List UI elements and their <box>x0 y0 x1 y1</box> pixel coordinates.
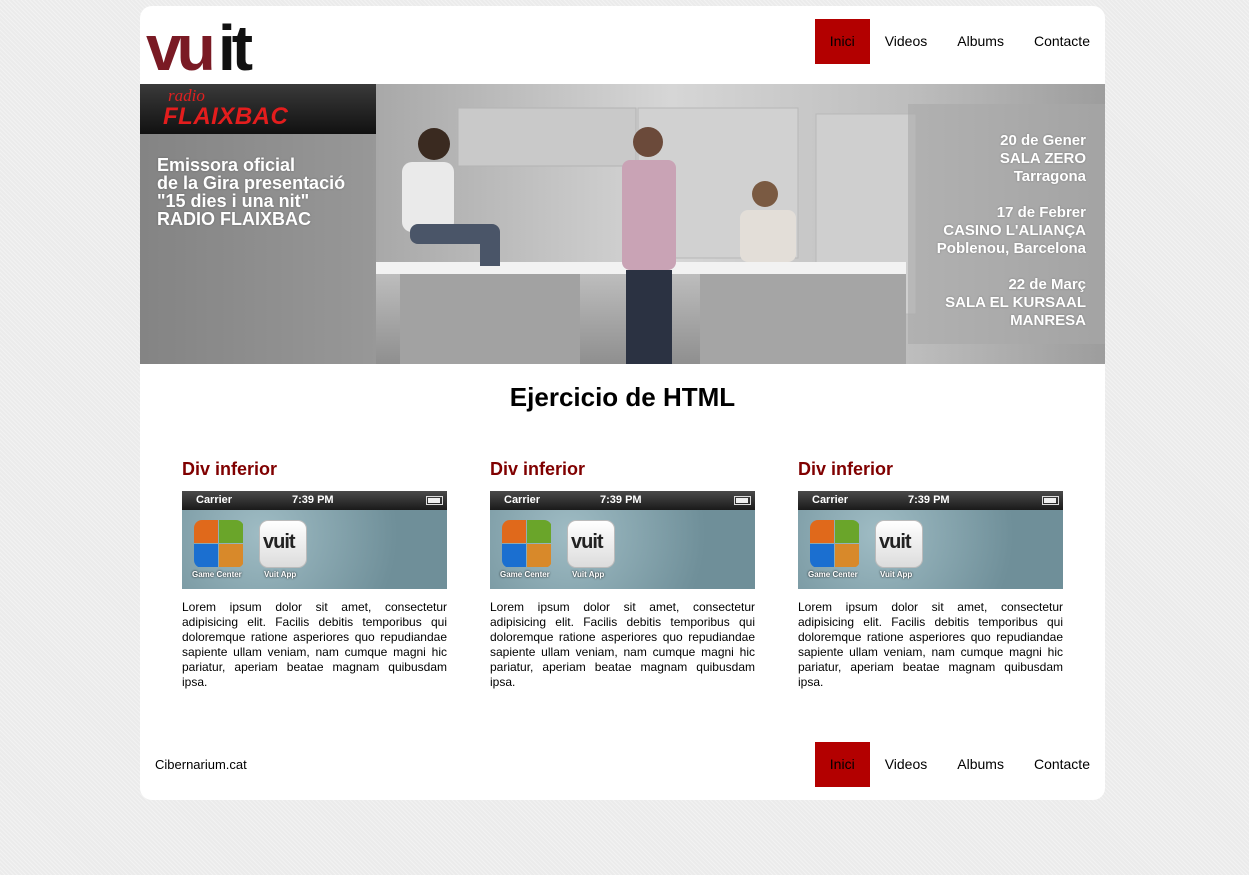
gig-city: Poblenou, Barcelona <box>936 240 1086 257</box>
gig-venue: SALA EL KURSAAL <box>945 294 1086 311</box>
time-label: 7:39 PM <box>292 494 334 506</box>
time-label: 7:39 PM <box>908 494 950 506</box>
battery-icon <box>426 496 443 505</box>
content-column: Div inferior Carrier 7:39 PM vuit Game C… <box>490 458 755 690</box>
footer-nav-albums[interactable]: Albums <box>942 742 1019 787</box>
nav-inici[interactable]: Inici <box>814 19 870 64</box>
vuit-app-logo: vuit <box>571 531 604 553</box>
home-screen: vuit Game Center Vuit App <box>182 510 447 589</box>
promo-line: Emissora oficial <box>157 155 296 175</box>
game-center-icon <box>810 520 860 568</box>
gig-item: 20 de Gener SALA ZERO Tarragona <box>937 132 1086 186</box>
promo-line: "15 dies i una nit" <box>157 191 310 211</box>
nav-contacte[interactable]: Contacte <box>1019 19 1105 64</box>
footer: Cibernarium.cat Inici Videos Albums Cont… <box>140 742 1105 787</box>
column-text: Lorem ipsum dolor sit amet, consectetur … <box>798 600 1063 689</box>
gig-item: 22 de Març SALA EL KURSAAL MANRESA <box>937 276 1086 330</box>
vuit-app-icon: vuit <box>259 520 307 568</box>
column-text: Lorem ipsum dolor sit amet, consectetur … <box>490 600 755 689</box>
gig-venue: CASINO L'ALIANÇA <box>943 222 1086 239</box>
column-heading: Div inferior <box>490 459 586 479</box>
tour-dates: 20 de Gener SALA ZERO Tarragona 17 de Fe… <box>937 132 1086 348</box>
gig-date: 17 de Febrer <box>996 204 1086 221</box>
vuit-app-label: Vuit App <box>264 570 297 579</box>
phone-screenshot-image: Carrier 7:39 PM vuit Game Center Vuit Ap… <box>798 491 1063 589</box>
vuit-logo-icon: vu it <box>146 12 257 84</box>
footer-nav-inici[interactable]: Inici <box>814 742 870 787</box>
status-bar: Carrier 7:39 PM <box>182 491 447 510</box>
phone-screenshot-image: Carrier 7:39 PM vuit Game Center Vuit Ap… <box>182 491 447 589</box>
svg-text:it: it <box>218 12 253 76</box>
promo-line: de la Gira presentació <box>157 173 346 193</box>
game-center-label: Game Center <box>192 570 242 579</box>
vuit-app-icon: vuit <box>567 520 615 568</box>
vuit-app-logo: vuit <box>879 531 912 553</box>
gig-city: MANRESA <box>1010 312 1086 329</box>
vuit-app-icon: vuit <box>875 520 923 568</box>
game-center-label: Game Center <box>500 570 550 579</box>
carrier-label: Carrier <box>812 494 849 506</box>
site-logo[interactable]: vu it <box>146 12 268 84</box>
game-center-icon <box>194 520 244 568</box>
vuit-app-logo: vuit <box>263 531 296 553</box>
promo-text: Emissora oficial de la Gira presentació … <box>157 156 345 228</box>
battery-icon <box>1042 496 1059 505</box>
nav-videos[interactable]: Videos <box>870 19 943 64</box>
carrier-label: Carrier <box>504 494 541 506</box>
home-screen: vuit Game Center Vuit App <box>798 510 1063 589</box>
footer-nav-videos[interactable]: Videos <box>870 742 943 787</box>
content-column: Div inferior Carrier 7:39 PM vuit Game C… <box>798 458 1063 690</box>
column-text: Lorem ipsum dolor sit amet, consectetur … <box>182 600 447 689</box>
gig-date: 22 de Març <box>1008 276 1086 293</box>
footer-nav-contacte[interactable]: Contacte <box>1019 742 1105 787</box>
column-heading: Div inferior <box>798 459 894 479</box>
svg-text:vu: vu <box>146 12 212 76</box>
hero-banner: radio FLAIXBAC Emissora oficial de la Gi… <box>140 84 1105 364</box>
game-center-label: Game Center <box>808 570 858 579</box>
game-center-icon <box>502 520 552 568</box>
radio-brand-label: FLAIXBAC <box>163 103 289 130</box>
gig-date: 20 de Gener <box>1000 132 1086 149</box>
promo-line: RADIO FLAIXBAC <box>157 209 311 229</box>
vuit-app-label: Vuit App <box>880 570 913 579</box>
home-screen: vuit Game Center Vuit App <box>490 510 755 589</box>
status-bar: Carrier 7:39 PM <box>798 491 1063 510</box>
header: vu it Inici Videos Albums Contacte <box>140 6 1105 84</box>
radio-flaixbac-badge: radio FLAIXBAC <box>140 84 376 134</box>
page-container: vu it Inici Videos Albums Contacte radio… <box>140 6 1105 800</box>
page-title: Ejercicio de HTML <box>509 382 736 412</box>
footer-credit: Cibernarium.cat <box>155 757 247 772</box>
vuit-app-label: Vuit App <box>572 570 605 579</box>
phone-screenshot-image: Carrier 7:39 PM vuit Game Center Vuit Ap… <box>490 491 755 589</box>
battery-icon <box>734 496 751 505</box>
nav-albums[interactable]: Albums <box>942 19 1019 64</box>
gig-venue: SALA ZERO <box>999 150 1086 167</box>
content-column: Div inferior Carrier 7:39 PM vuit Game C… <box>182 458 447 690</box>
carrier-label: Carrier <box>196 494 233 506</box>
main-nav: Inici Videos Albums Contacte <box>814 19 1105 64</box>
footer-nav: Inici Videos Albums Contacte <box>814 742 1105 787</box>
gig-item: 17 de Febrer CASINO L'ALIANÇA Poblenou, … <box>937 204 1086 258</box>
time-label: 7:39 PM <box>600 494 642 506</box>
gig-city: Tarragona <box>1013 168 1086 185</box>
status-bar: Carrier 7:39 PM <box>490 491 755 510</box>
column-heading: Div inferior <box>182 459 278 479</box>
